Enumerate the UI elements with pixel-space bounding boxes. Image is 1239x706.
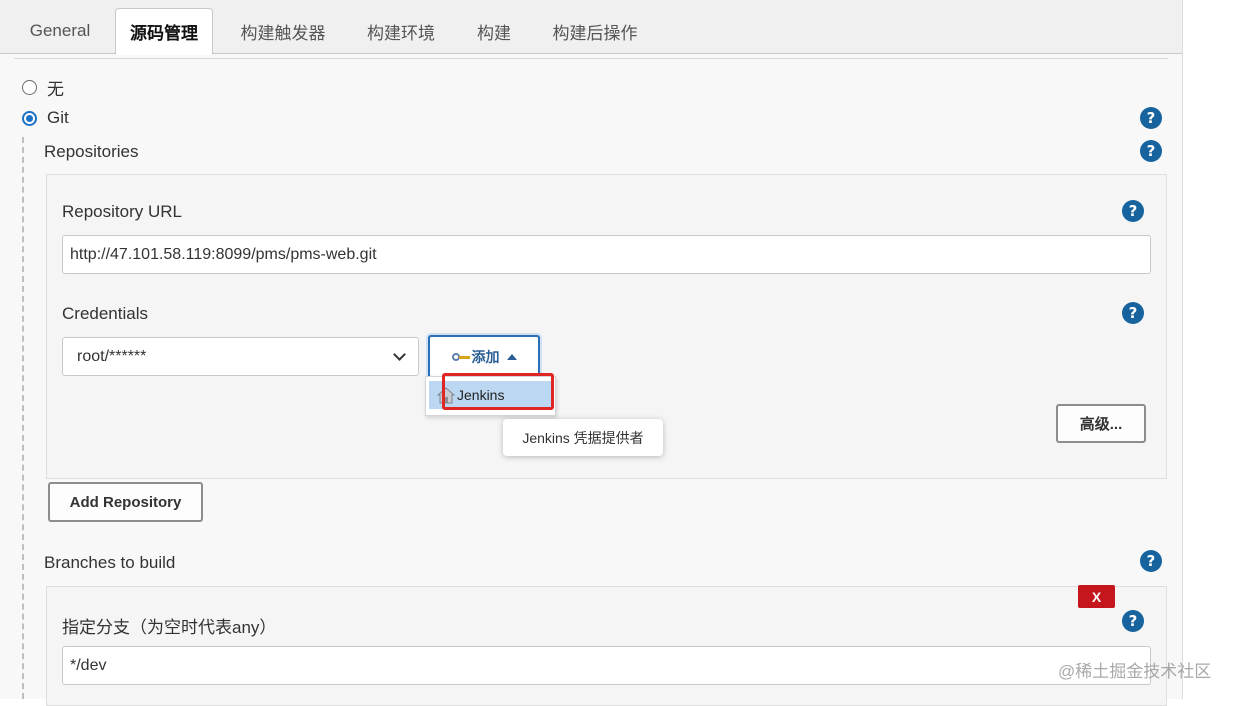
repository-url-input[interactable]: http://47.101.58.119:8099/pms/pms-web.gi…: [62, 235, 1151, 274]
tab-post-build-actions[interactable]: 构建后操作: [538, 8, 652, 54]
branches-help-icon[interactable]: ?: [1140, 550, 1162, 572]
tab-source-code-management[interactable]: 源码管理: [115, 8, 213, 55]
git-help-icon[interactable]: ?: [1140, 107, 1162, 129]
branch-specifier-help-icon[interactable]: ?: [1122, 610, 1144, 632]
credentials-label: Credentials: [62, 304, 148, 323]
credentials-selected-value: root/******: [77, 347, 147, 365]
scm-git-option[interactable]: Git: [22, 108, 69, 128]
repository-url-label: Repository URL: [62, 202, 182, 221]
tab-build-triggers[interactable]: 构建触发器: [226, 8, 340, 54]
tab-bar: General 源码管理 构建触发器 构建环境 构建 构建后操作: [0, 0, 1182, 55]
repositories-help-icon[interactable]: ?: [1140, 140, 1162, 162]
scm-git-label: Git: [47, 108, 69, 127]
scm-none-option[interactable]: 无: [22, 75, 64, 100]
add-repository-button[interactable]: Add Repository: [48, 482, 203, 522]
repositories-title: Repositories: [44, 142, 139, 161]
config-frame: General 源码管理 构建触发器 构建环境 构建 构建后操作 无 Git ?…: [0, 0, 1183, 706]
add-credentials-label: 添加: [471, 348, 500, 365]
site-watermark: @稀土掘金技术社区: [1058, 662, 1212, 681]
tab-build-environment[interactable]: 构建环境: [352, 8, 450, 54]
credentials-select[interactable]: root/******: [62, 337, 419, 376]
radio-git[interactable]: [22, 110, 37, 126]
tab-build[interactable]: 构建: [462, 8, 526, 54]
branch-specifier-input[interactable]: */dev: [62, 646, 1151, 685]
radio-none[interactable]: [22, 80, 37, 95]
tab-general[interactable]: General: [16, 8, 104, 54]
branches-to-build-title: Branches to build: [44, 553, 176, 572]
advanced-button[interactable]: 高级...: [1056, 404, 1146, 443]
repository-url-help-icon[interactable]: ?: [1122, 200, 1144, 222]
chevron-down-icon: [393, 347, 406, 361]
key-icon: [451, 352, 470, 362]
credentials-help-icon[interactable]: ?: [1122, 302, 1144, 324]
git-section-indent-line: [22, 137, 24, 699]
red-highlight-box: [442, 373, 554, 410]
add-credentials-button[interactable]: 添加: [428, 335, 540, 378]
caret-up-icon: [506, 353, 517, 360]
scm-none-label: 无: [47, 80, 64, 99]
section-divider: [14, 58, 1168, 59]
jenkins-provider-tooltip: Jenkins 凭据提供者: [503, 419, 663, 456]
branch-specifier-label: 指定分支（为空时代表any）: [62, 618, 277, 637]
delete-branch-button[interactable]: X: [1078, 585, 1115, 608]
